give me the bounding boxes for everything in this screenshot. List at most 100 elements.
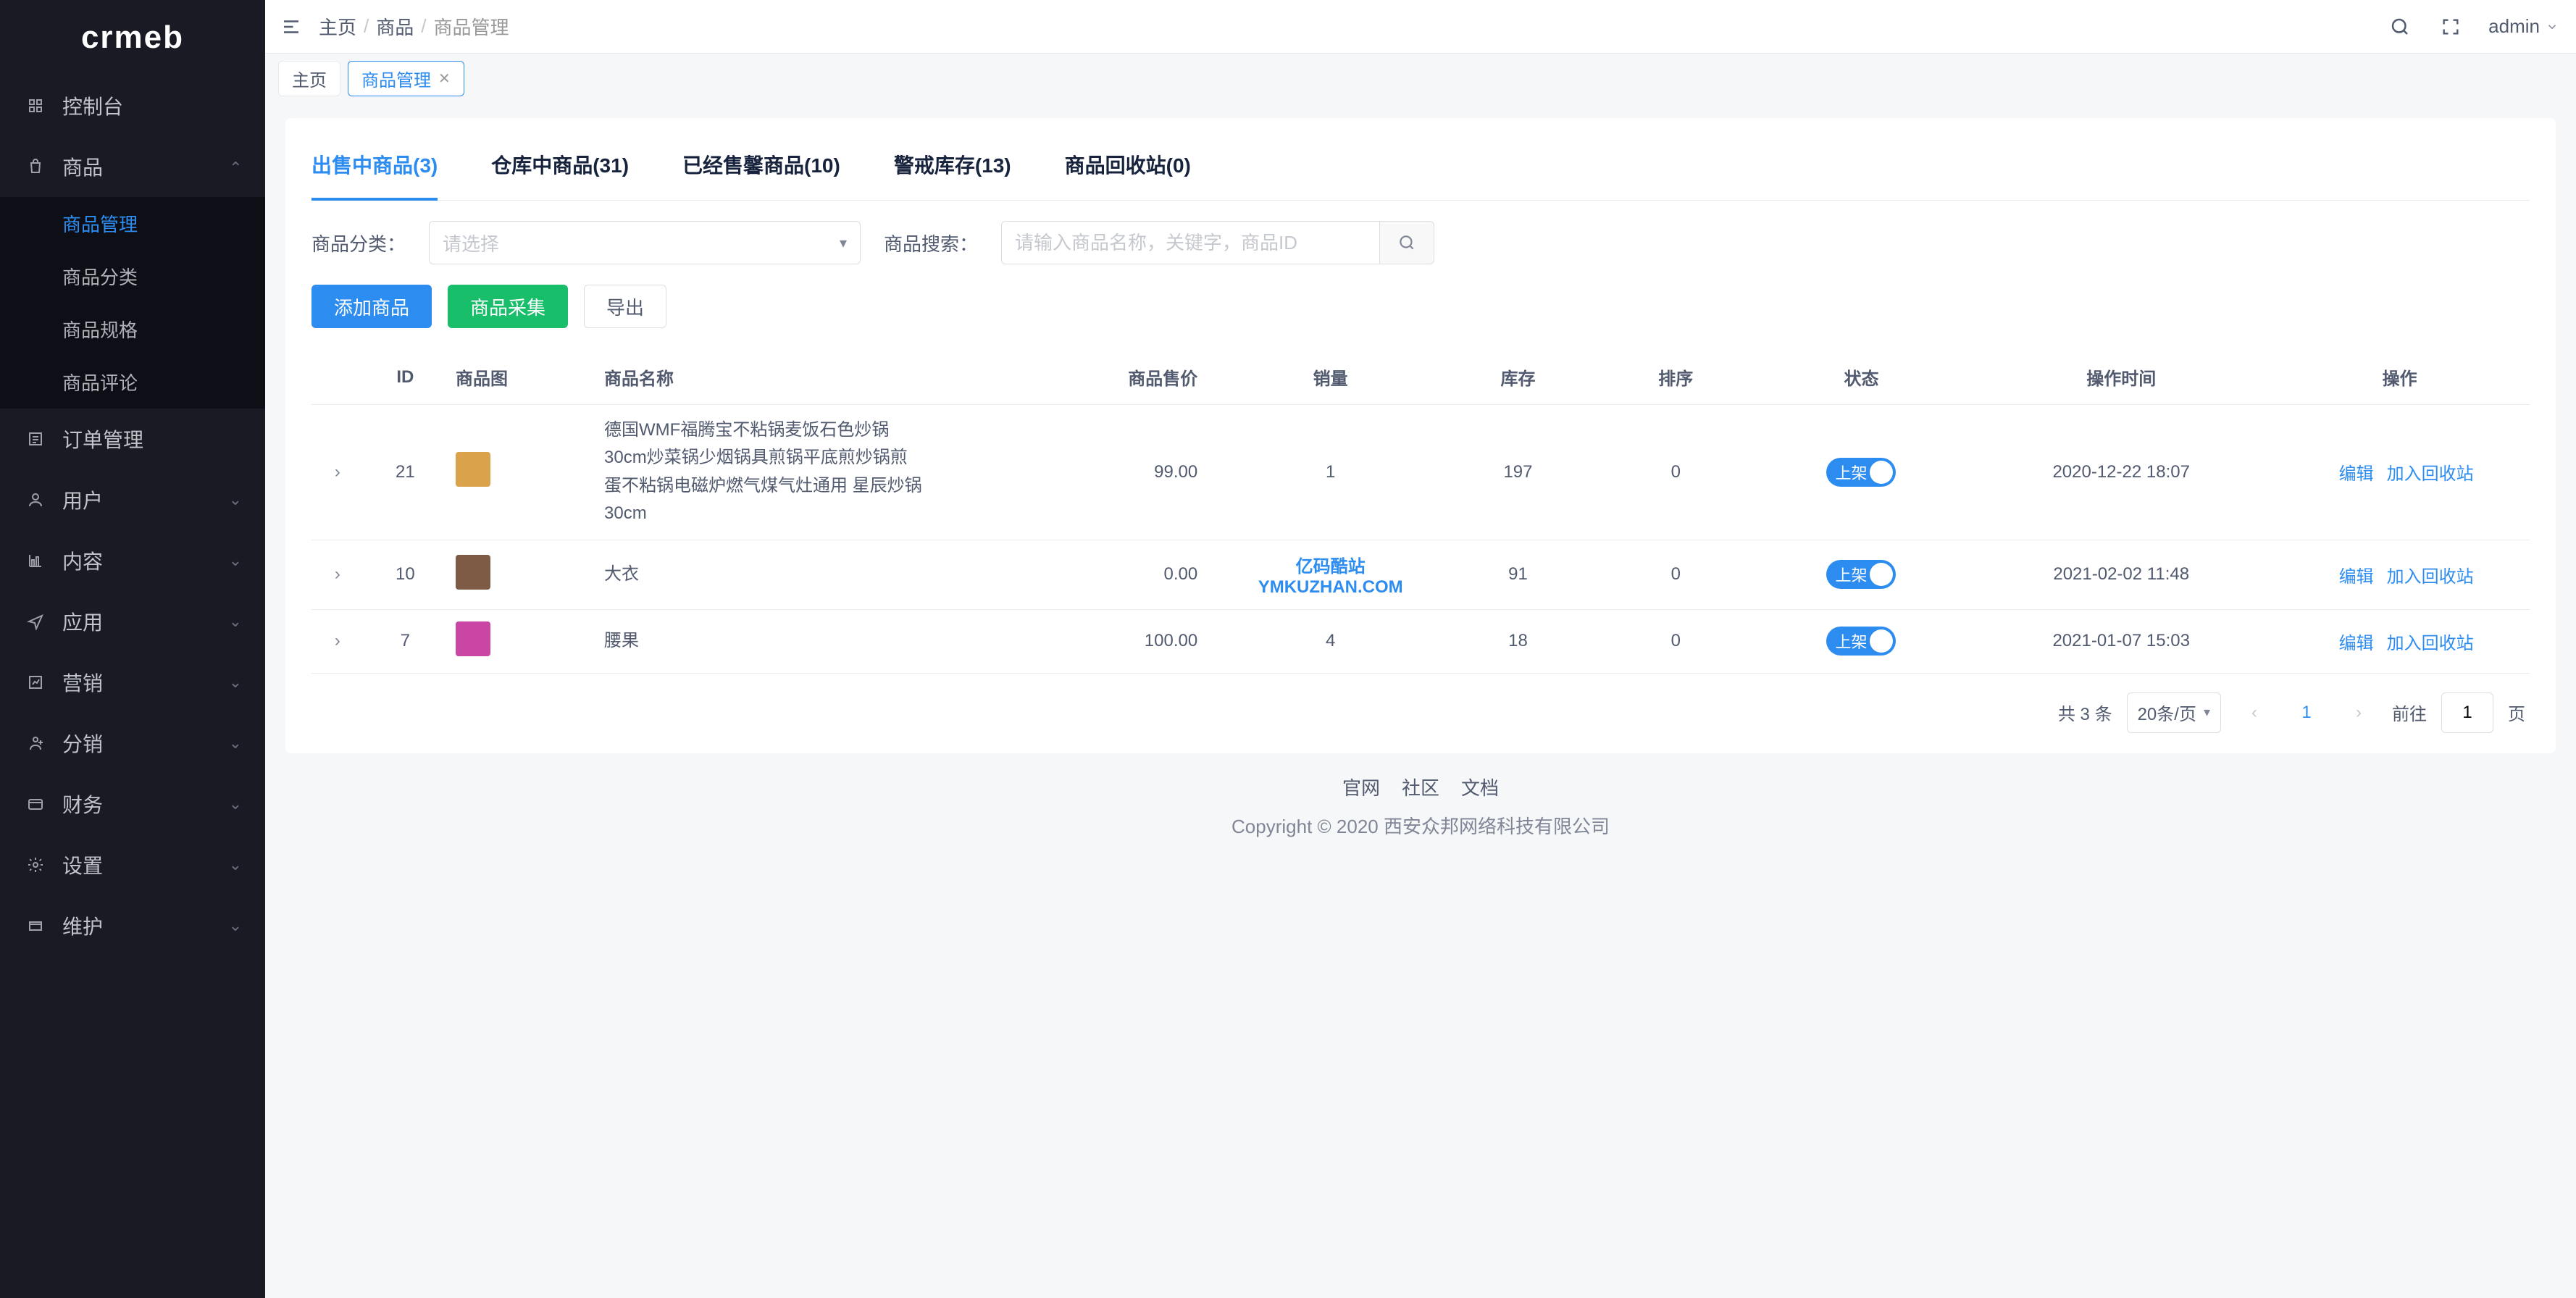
- tag-商品管理[interactable]: 商品管理✕: [348, 61, 464, 96]
- cell-sort: 0: [1602, 540, 1750, 609]
- content-tab[interactable]: 已经售馨商品(10): [682, 143, 840, 200]
- page-prev-button[interactable]: ‹: [2236, 694, 2273, 732]
- content-tab[interactable]: 警戒库存(13): [894, 143, 1011, 200]
- footer-link[interactable]: 文档: [1461, 774, 1499, 800]
- nav-item-营销[interactable]: 营销⌄: [0, 652, 265, 713]
- user-icon: [26, 490, 45, 509]
- tool-icon: [26, 916, 45, 935]
- nav-sub-商品规格[interactable]: 商品规格: [0, 303, 265, 356]
- table-row: › 10 大衣 0.00 亿码酷站 YMKUZHAN.COM 91 0 上架 2…: [311, 540, 2530, 609]
- nav-item-应用[interactable]: 应用⌄: [0, 591, 265, 652]
- nav-sub-商品分类[interactable]: 商品分类: [0, 250, 265, 303]
- search-icon: [1397, 233, 1416, 252]
- brand-logo[interactable]: crmeb: [0, 0, 265, 75]
- cell-stock: 91: [1434, 540, 1602, 609]
- category-select[interactable]: 请选择 ▾: [429, 221, 861, 264]
- user-name: admin: [2488, 15, 2540, 38]
- expand-row-button[interactable]: ›: [311, 540, 364, 609]
- page-size-select[interactable]: 20条/页 ▾: [2127, 692, 2221, 733]
- bag-icon: [26, 157, 45, 176]
- edit-link[interactable]: 编辑: [2339, 634, 2374, 653]
- collapse-sidebar-button[interactable]: [274, 9, 309, 44]
- goto-input[interactable]: [2441, 692, 2493, 733]
- col-stock: 库存: [1434, 350, 1602, 405]
- product-thumb[interactable]: [456, 555, 490, 590]
- breadcrumb: 主页 / 商品 / 商品管理: [319, 13, 509, 40]
- status-switch[interactable]: 上架: [1826, 560, 1896, 589]
- expand-row-button[interactable]: ›: [311, 609, 364, 673]
- nav-item-订单管理[interactable]: 订单管理: [0, 409, 265, 469]
- search-button[interactable]: [1379, 221, 1434, 264]
- chevron-down-icon: ⌄: [229, 612, 242, 631]
- expand-row-button[interactable]: ›: [311, 405, 364, 540]
- nav-sub-商品管理[interactable]: 商品管理: [0, 197, 265, 250]
- share-icon: [26, 734, 45, 753]
- content-tab[interactable]: 仓库中商品(31): [491, 143, 629, 200]
- collect-product-button[interactable]: 商品采集: [448, 285, 568, 328]
- footer-link[interactable]: 社区: [1402, 774, 1439, 800]
- list-icon: [26, 430, 45, 448]
- edit-link[interactable]: 编辑: [2339, 567, 2374, 587]
- chevron-down-icon: ⌄: [229, 916, 242, 935]
- search-icon[interactable]: [2387, 14, 2413, 40]
- tag-主页[interactable]: 主页: [278, 61, 340, 96]
- cell-stock: 197: [1434, 405, 1602, 540]
- cell-sales: 亿码酷站 YMKUZHAN.COM: [1226, 540, 1434, 609]
- switch-label: 上架: [1835, 461, 1867, 484]
- nav-sub-商品评论[interactable]: 商品评论: [0, 356, 265, 409]
- footer-link[interactable]: 官网: [1342, 774, 1380, 800]
- col-sales: 销量: [1226, 350, 1434, 405]
- nav-item-用户[interactable]: 用户⌄: [0, 469, 265, 530]
- content-tab[interactable]: 商品回收站(0): [1065, 143, 1191, 200]
- content-tab[interactable]: 出售中商品(3): [311, 143, 438, 201]
- cell-time: 2021-02-02 11:48: [1973, 540, 2270, 609]
- cell-id: 7: [364, 609, 447, 673]
- tags-bar: 主页商品管理✕: [265, 54, 2576, 104]
- fullscreen-icon[interactable]: [2438, 14, 2464, 40]
- watermark: 亿码酷站 YMKUZHAN.COM: [1258, 557, 1403, 597]
- nav-item-设置[interactable]: 设置⌄: [0, 834, 265, 895]
- gear-icon: [26, 855, 45, 874]
- nav-item-财务[interactable]: 财务⌄: [0, 774, 265, 834]
- user-menu[interactable]: admin: [2488, 15, 2559, 38]
- nav-item-内容[interactable]: 内容⌄: [0, 530, 265, 591]
- nav-item-商品[interactable]: 商品⌄: [0, 136, 265, 197]
- menu-icon: [280, 16, 302, 38]
- recycle-link[interactable]: 加入回收站: [2387, 567, 2474, 587]
- chevron-down-icon: ⌄: [229, 551, 242, 570]
- pagination: 共 3 条 20条/页 ▾ ‹ 1 › 前往 页: [311, 674, 2530, 733]
- recycle-link[interactable]: 加入回收站: [2387, 464, 2474, 484]
- col-price: 商品售价: [1041, 350, 1226, 405]
- page-next-button[interactable]: ›: [2340, 694, 2378, 732]
- status-switch[interactable]: 上架: [1826, 458, 1896, 487]
- crumb-sep: /: [364, 15, 369, 38]
- chevron-down-icon: ⌄: [229, 157, 242, 176]
- page-number-current[interactable]: 1: [2288, 694, 2325, 732]
- product-thumb[interactable]: [456, 621, 490, 656]
- status-switch[interactable]: 上架: [1826, 627, 1896, 656]
- crumb-product[interactable]: 商品: [376, 13, 414, 40]
- recycle-link[interactable]: 加入回收站: [2387, 634, 2474, 653]
- edit-link[interactable]: 编辑: [2339, 464, 2374, 484]
- crumb-current: 商品管理: [434, 13, 509, 40]
- nav-item-控制台[interactable]: 控制台: [0, 75, 265, 136]
- col-image: 商品图: [447, 350, 595, 405]
- nav-item-维护[interactable]: 维护⌄: [0, 895, 265, 956]
- switch-knob: [1870, 629, 1893, 653]
- col-actions: 操作: [2270, 350, 2530, 405]
- cell-name: 德国WMF福腾宝不粘锅麦饭石色炒锅30cm炒菜锅少烟锅具煎锅平底煎炒锅煎蛋不粘锅…: [604, 416, 923, 528]
- switch-knob: [1870, 563, 1893, 586]
- crumb-home[interactable]: 主页: [319, 13, 356, 40]
- cell-sort: 0: [1602, 405, 1750, 540]
- search-input[interactable]: [1001, 221, 1379, 264]
- stat-icon: [26, 673, 45, 692]
- cell-price: 0.00: [1041, 540, 1226, 609]
- footer: 官网社区文档 Copyright © 2020 西安众邦网络科技有限公司: [285, 753, 2556, 868]
- close-icon[interactable]: ✕: [438, 70, 451, 88]
- product-thumb[interactable]: [456, 452, 490, 487]
- goto-label: 前往: [2392, 700, 2427, 725]
- cell-name: 腰果: [604, 627, 923, 655]
- export-button[interactable]: 导出: [584, 285, 666, 328]
- add-product-button[interactable]: 添加商品: [311, 285, 432, 328]
- nav-item-分销[interactable]: 分销⌄: [0, 713, 265, 774]
